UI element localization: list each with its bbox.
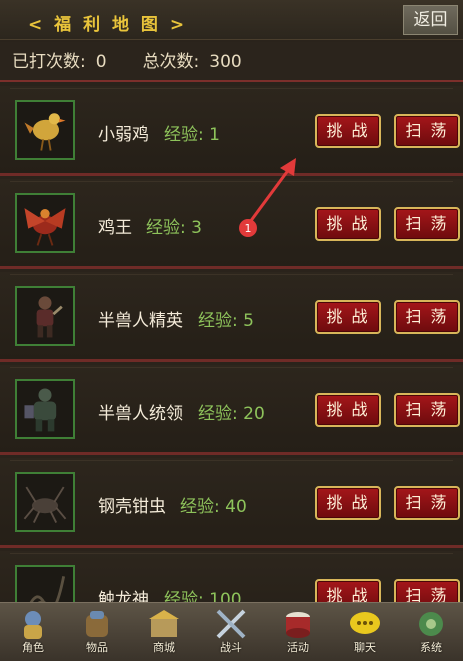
- attempts-total-value: 300: [209, 52, 242, 72]
- monster-name: 半兽人统领: [98, 404, 183, 424]
- monster-rooster-king-thumbnail: [15, 193, 75, 253]
- bottom-nav-bar: 角色 物品 商城 战斗 活动 聊天 系统: [0, 602, 463, 661]
- monster-exp: 经验: 40: [180, 497, 247, 517]
- challenge-button[interactable]: 挑 战: [315, 207, 381, 241]
- back-button[interactable]: 返回: [403, 5, 458, 35]
- monster-orc-commander-thumbnail: [15, 379, 75, 439]
- attempts-done-label: 已打次数:: [12, 52, 86, 72]
- monster-name: 触龙神: [98, 590, 149, 602]
- monster-row: 半兽人统领 经验: 20 挑 战 扫 荡: [0, 365, 463, 455]
- attempts-done-value: 0: [95, 52, 107, 72]
- challenge-button[interactable]: 挑 战: [315, 393, 381, 427]
- sweep-button[interactable]: 扫 荡: [394, 579, 460, 602]
- sweep-button[interactable]: 扫 荡: [394, 300, 460, 334]
- monster-row: 小弱鸡 经验: 1 挑 战 扫 荡: [0, 86, 463, 176]
- nav-chat[interactable]: 聊天: [340, 607, 390, 659]
- monster-chick-thumbnail: [15, 100, 75, 160]
- challenge-button[interactable]: 挑 战: [315, 114, 381, 148]
- battle-icon: [216, 609, 246, 639]
- nav-battle[interactable]: 战斗: [206, 607, 256, 659]
- monster-exp: 经验: 100: [164, 590, 242, 602]
- nav-items[interactable]: 物品: [72, 607, 122, 659]
- nav-label: 角色: [22, 641, 44, 654]
- system-icon: [419, 612, 443, 636]
- monster-list: 小弱鸡 经验: 1 挑 战 扫 荡 鸡王 经验: 3 挑 战 扫 荡 半兽人精英…: [0, 86, 463, 602]
- nav-label: 物品: [86, 641, 108, 654]
- character-icon: [24, 611, 42, 639]
- nav-label: 聊天: [354, 641, 376, 654]
- sweep-button[interactable]: 扫 荡: [394, 393, 460, 427]
- bag-icon: [86, 611, 108, 637]
- nav-activity[interactable]: 活动: [273, 607, 323, 659]
- attempts-total-label: 总次数:: [142, 52, 200, 72]
- attempt-stats: 已打次数: 0 总次数: 300: [0, 42, 463, 82]
- sweep-button[interactable]: 扫 荡: [394, 486, 460, 520]
- monster-row: 钢壳钳虫 经验: 40 挑 战 扫 荡: [0, 458, 463, 548]
- monster-row: 鸡王 经验: 3 挑 战 扫 荡: [0, 179, 463, 269]
- monster-name: 小弱鸡: [98, 125, 149, 145]
- nav-label: 商城: [153, 641, 175, 654]
- monster-orc-elite-thumbnail: [15, 286, 75, 346]
- page-title: < 福 利 地 图 >: [28, 15, 188, 35]
- nav-label: 战斗: [220, 641, 242, 654]
- challenge-button[interactable]: 挑 战: [315, 579, 381, 602]
- monster-worm-dragon-thumbnail: [15, 565, 75, 602]
- monster-row: 半兽人精英 经验: 5 挑 战 扫 荡: [0, 272, 463, 362]
- challenge-button[interactable]: 挑 战: [315, 486, 381, 520]
- nav-label: 活动: [287, 641, 309, 654]
- monster-name: 半兽人精英: [98, 311, 183, 331]
- shop-icon: [149, 610, 179, 637]
- nav-shop[interactable]: 商城: [139, 607, 189, 659]
- monster-exp: 经验: 1: [164, 125, 220, 145]
- monster-name: 钢壳钳虫: [98, 497, 166, 517]
- header-bar: < 福 利 地 图 > 返回: [0, 0, 463, 40]
- nav-character[interactable]: 角色: [8, 607, 58, 659]
- monster-exp: 经验: 5: [198, 311, 254, 331]
- sweep-button[interactable]: 扫 荡: [394, 114, 460, 148]
- challenge-button[interactable]: 挑 战: [315, 300, 381, 334]
- chat-icon: [350, 612, 380, 634]
- monster-name: 鸡王: [98, 218, 132, 238]
- monster-exp: 经验: 3: [146, 218, 202, 238]
- sweep-button[interactable]: 扫 荡: [394, 207, 460, 241]
- activity-drum-icon: [286, 612, 310, 638]
- monster-steel-pincer-bug-thumbnail: [15, 472, 75, 532]
- nav-system[interactable]: 系统: [406, 607, 456, 659]
- nav-label: 系统: [420, 641, 442, 654]
- monster-exp: 经验: 20: [198, 404, 265, 424]
- monster-row: 触龙神 经验: 100 挑 战 扫 荡: [0, 551, 463, 602]
